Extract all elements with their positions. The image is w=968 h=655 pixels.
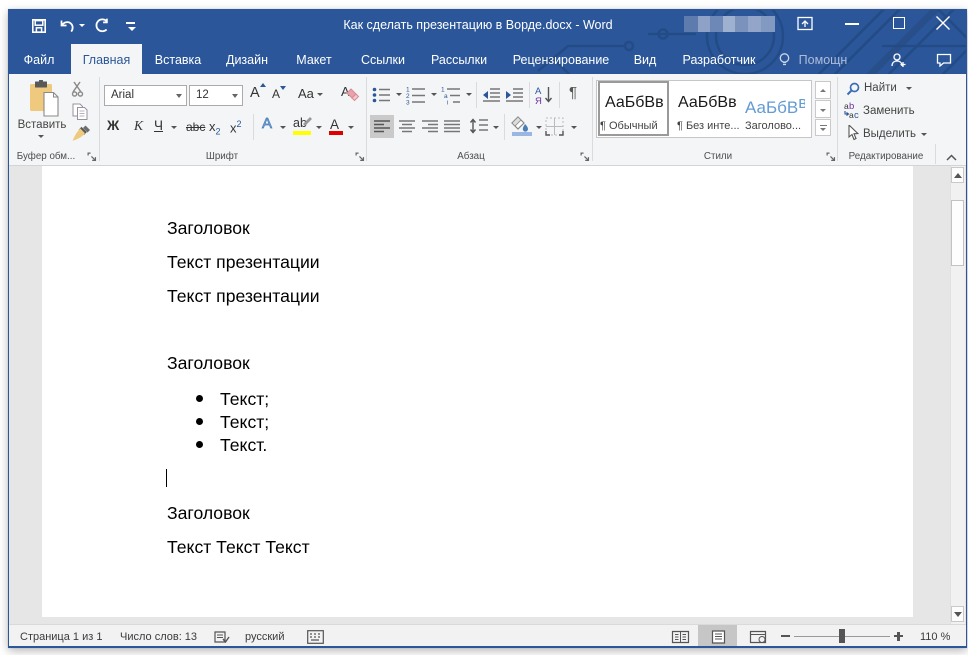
svg-text:i: i (447, 100, 448, 106)
svg-text:3: 3 (406, 100, 410, 106)
svg-text:Я: Я (535, 96, 542, 105)
svg-text:c: c (854, 110, 859, 119)
